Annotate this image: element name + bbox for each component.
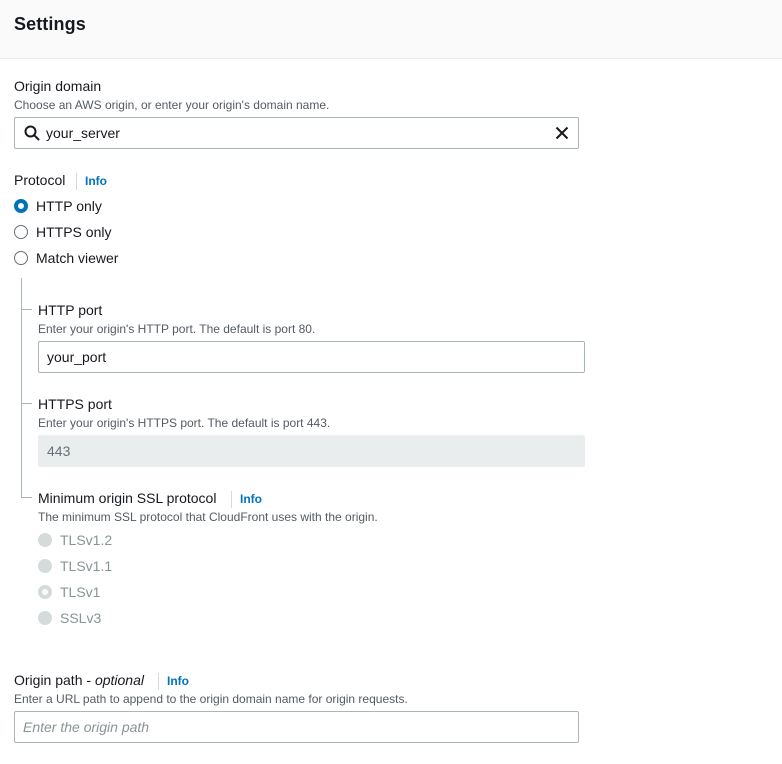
origin-path-info-link[interactable]: Info [167, 674, 189, 688]
info-separator [158, 672, 159, 690]
radio-tlsv1-1: TLSv1.1 [38, 556, 112, 576]
radio-label: TLSv1.2 [60, 532, 113, 548]
radio-button-disabled [38, 533, 52, 547]
radio-button-checked[interactable] [14, 199, 28, 213]
http-port-label: HTTP port [38, 302, 103, 318]
ssl-protocol-info-link[interactable]: Info [240, 492, 262, 506]
search-icon [24, 125, 40, 141]
radio-button[interactable] [14, 251, 28, 265]
protocol-label: Protocol [14, 172, 66, 188]
origin-path-label: Origin path - optional [14, 672, 144, 688]
radio-label: Match viewer [36, 250, 119, 266]
origin-path-input[interactable] [14, 711, 579, 743]
protocol-info-link[interactable]: Info [85, 174, 107, 188]
info-separator [231, 490, 232, 508]
radio-sslv3: SSLv3 [38, 608, 101, 628]
radio-tlsv1: TLSv1 [38, 582, 100, 602]
origin-domain-label: Origin domain [14, 78, 102, 94]
tree-branch-ssl [21, 497, 32, 498]
radio-tlsv1-2: TLSv1.2 [38, 530, 112, 550]
http-port-description: Enter your origin's HTTP port. The defau… [38, 322, 316, 336]
radio-button-disabled [38, 559, 52, 573]
https-port-label: HTTPS port [38, 396, 112, 412]
origin-domain-field[interactable] [14, 117, 579, 149]
radio-button[interactable] [14, 225, 28, 239]
protocol-info: Info [76, 172, 107, 190]
close-icon[interactable] [554, 125, 570, 141]
ssl-protocol-label: Minimum origin SSL protocol [38, 490, 217, 506]
https-port-description: Enter your origin's HTTPS port. The defa… [38, 416, 331, 430]
radio-label: TLSv1.1 [60, 558, 113, 574]
settings-header: Settings [0, 0, 782, 59]
origin-domain-input[interactable] [46, 118, 546, 148]
tree-branch-http-port [21, 309, 32, 310]
radio-label: SSLv3 [60, 610, 102, 626]
info-separator [76, 172, 77, 190]
http-port-input[interactable] [38, 341, 585, 373]
radio-label: HTTPS only [36, 224, 112, 240]
ssl-protocol-info: Info [231, 490, 262, 508]
radio-http-only[interactable]: HTTP only [14, 196, 102, 216]
radio-label: TLSv1 [60, 584, 101, 600]
radio-match-viewer[interactable]: Match viewer [14, 248, 118, 268]
origin-path-optional: optional [94, 672, 144, 688]
page-title: Settings [14, 14, 86, 34]
radio-https-only[interactable]: HTTPS only [14, 222, 111, 242]
radio-label: HTTP only [36, 198, 102, 214]
radio-button-disabled-checked [38, 585, 52, 599]
origin-path-description: Enter a URL path to append to the origin… [14, 692, 408, 706]
tree-connector-line [21, 278, 22, 498]
origin-domain-description: Choose an AWS origin, or enter your orig… [14, 98, 330, 112]
origin-path-info: Info [158, 672, 189, 690]
tree-branch-https-port [21, 403, 32, 404]
ssl-protocol-description: The minimum SSL protocol that CloudFront… [38, 510, 378, 524]
origin-path-label-text: Origin path - [14, 672, 95, 688]
radio-button-disabled [38, 611, 52, 625]
https-port-input [38, 435, 585, 467]
